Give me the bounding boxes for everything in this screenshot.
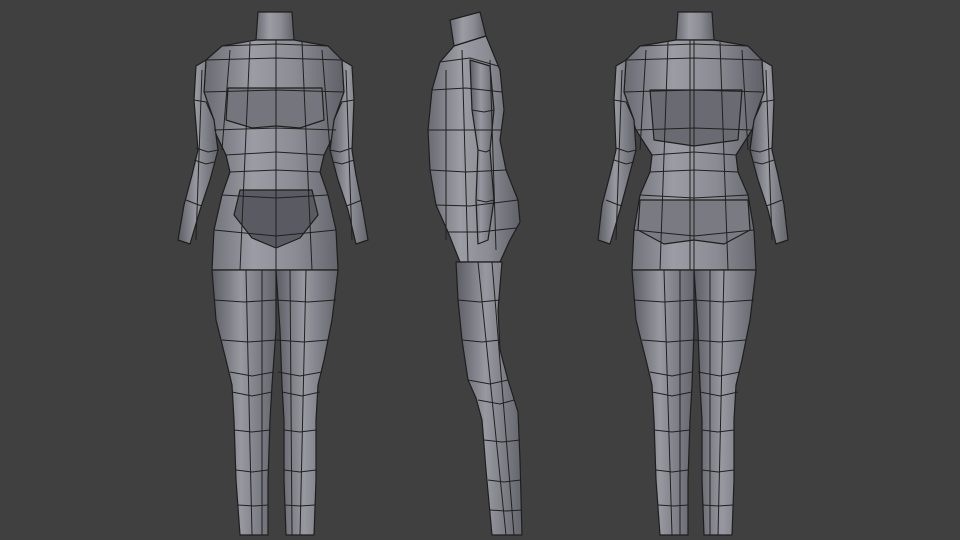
back-right-leg[interactable] — [693, 269, 757, 536]
front-left-leg[interactable] — [211, 269, 277, 536]
side-leg[interactable] — [455, 261, 523, 536]
side-view-figure[interactable] — [427, 11, 523, 536]
back-view-figure[interactable] — [597, 11, 789, 536]
back-neck[interactable] — [675, 11, 715, 41]
model-scene[interactable] — [0, 0, 960, 540]
front-view-figure[interactable] — [177, 11, 369, 536]
3d-viewport[interactable] — [0, 0, 960, 540]
back-lats — [649, 89, 743, 147]
back-left-leg[interactable] — [631, 269, 695, 536]
front-chest — [225, 87, 325, 129]
front-right-leg[interactable] — [275, 269, 339, 536]
front-neck[interactable] — [255, 11, 295, 41]
